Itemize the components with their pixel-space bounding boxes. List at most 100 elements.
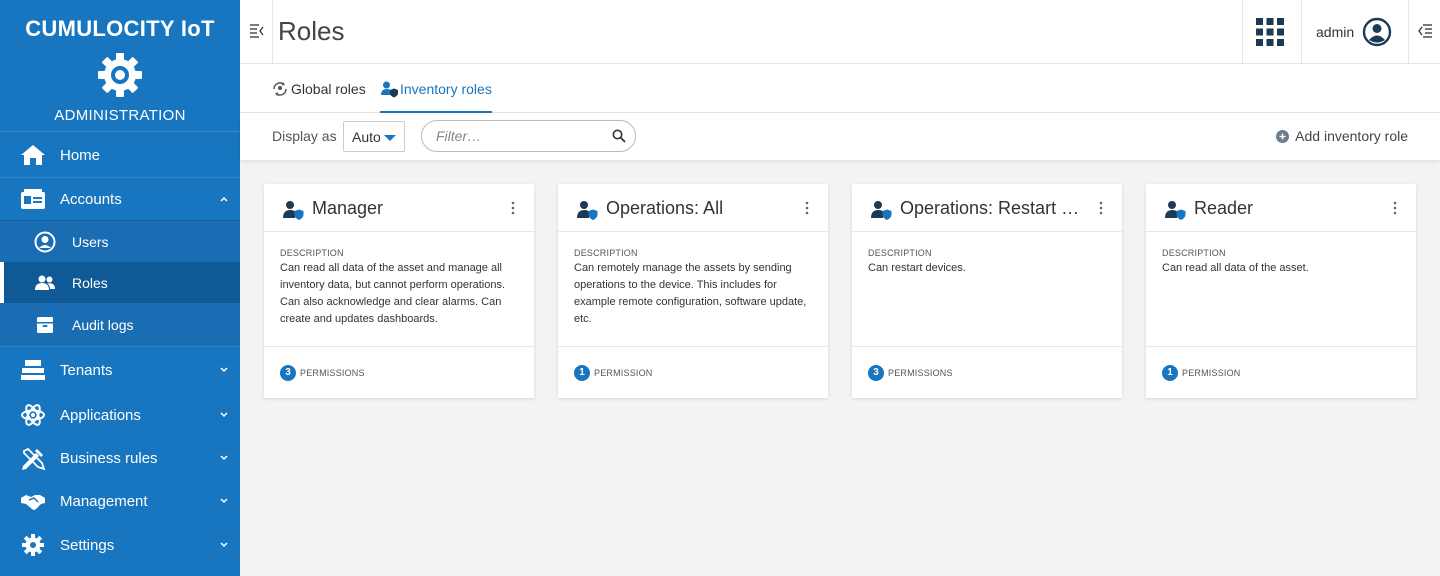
- card-body: DESCRIPTION Can read all data of the ass…: [1162, 248, 1402, 277]
- sidebar-item-tenants[interactable]: Tenants: [0, 348, 240, 392]
- sidebar-item-management[interactable]: Management: [0, 480, 240, 523]
- global-roles-icon: [273, 81, 287, 96]
- sidebar-item-label: Management: [60, 493, 148, 510]
- card-header: Manager: [264, 184, 534, 232]
- card-title: Reader: [1194, 198, 1254, 218]
- sidebar-item-label: Business rules: [60, 450, 158, 467]
- more-vertical-icon[interactable]: [798, 199, 816, 217]
- card-title: Operations: All: [606, 198, 724, 218]
- home-icon: [20, 142, 46, 168]
- description-text: Can restart devices.: [868, 262, 966, 274]
- page-title: Roles: [278, 16, 345, 46]
- sidebar-item-label: Applications: [60, 406, 141, 424]
- atom-icon: [20, 402, 46, 428]
- sidebar-item-applications[interactable]: Applications: [0, 393, 240, 437]
- card-footer: 3 PERMISSIONS: [264, 346, 534, 398]
- permission-label: PERMISSIONS: [300, 367, 365, 378]
- collapse-sidebar-icon[interactable]: [250, 22, 264, 40]
- toolbar: Display as Auto Add inventory role: [240, 113, 1440, 160]
- card-header: Operations: All: [558, 184, 828, 232]
- sidebar-item-settings[interactable]: Settings: [0, 523, 240, 567]
- chevron-down-icon: [220, 540, 228, 551]
- sidebar-item-label: Roles: [72, 274, 108, 291]
- sidebar-item-home[interactable]: Home: [0, 133, 240, 177]
- right-drawer-toggle-icon[interactable]: [1418, 22, 1432, 40]
- description-label: DESCRIPTION: [868, 248, 932, 258]
- tabs-bar: Global roles Inventory roles: [240, 64, 1440, 113]
- more-vertical-icon[interactable]: [1386, 199, 1404, 217]
- card-footer: 3 PERMISSIONS: [852, 346, 1122, 398]
- gear-logo-icon: [98, 53, 142, 97]
- user-name: admin: [1316, 24, 1355, 40]
- permission-label: PERMISSION: [594, 367, 653, 378]
- brand-title: CUMULOCITY IoT: [25, 16, 215, 41]
- sidebar-item-label: Home: [60, 146, 101, 164]
- user-menu-button[interactable]: admin: [1316, 16, 1392, 48]
- inventory-role-icon: [871, 201, 892, 220]
- permission-count-badge: 3: [868, 364, 884, 381]
- tab-global-roles[interactable]: Global roles: [271, 64, 366, 113]
- more-vertical-icon[interactable]: [504, 199, 522, 217]
- tab-label: Global roles: [291, 80, 366, 97]
- card-body: DESCRIPTION Can restart devices.: [868, 248, 1108, 277]
- sidebar-item-audit-logs[interactable]: Audit logs: [0, 304, 240, 346]
- sidebar-item-label: Settings: [60, 536, 115, 554]
- search-icon[interactable]: [612, 129, 626, 143]
- permission-count-badge: 3: [280, 364, 296, 381]
- display-as-select[interactable]: Auto: [343, 121, 405, 152]
- add-inventory-role-button[interactable]: Add inventory role: [1276, 128, 1408, 144]
- header: Roles admin: [240, 0, 1440, 64]
- card-title: Manager: [312, 198, 384, 218]
- sidebar-item-label: Users: [72, 233, 109, 250]
- sidebar-item-users[interactable]: Users: [0, 221, 240, 262]
- description-text: Can remotely manage the assets by sendin…: [574, 262, 807, 325]
- gear-icon: [20, 532, 46, 558]
- card-body: DESCRIPTION Can read all data of the ass…: [280, 248, 520, 328]
- role-card-reader[interactable]: Reader DESCRIPTION Can read all data of …: [1146, 184, 1416, 398]
- tab-inventory-roles[interactable]: Inventory roles: [380, 64, 492, 113]
- brand: CUMULOCITY IoT ADMINISTRATION: [0, 0, 240, 132]
- display-as-value: Auto: [352, 129, 381, 145]
- card-header: Reader: [1146, 184, 1416, 232]
- permission-label: PERMISSIONS: [888, 367, 953, 378]
- sidebar-item-label: Tenants: [60, 361, 113, 379]
- inventory-role-icon: [1165, 201, 1186, 220]
- filter-input[interactable]: [436, 127, 596, 145]
- more-vertical-icon[interactable]: [1092, 199, 1110, 217]
- description-text: Can read all data of the asset.: [1162, 262, 1309, 274]
- handshake-icon: [20, 489, 46, 515]
- inventory-role-icon: [283, 201, 304, 220]
- card-footer: 1 PERMISSION: [1146, 346, 1416, 398]
- filter-field: [421, 120, 636, 152]
- sidebar-item-business-rules[interactable]: Business rules: [0, 437, 240, 480]
- tab-label: Inventory roles: [400, 80, 492, 97]
- inventory-role-icon: [577, 201, 598, 220]
- sidebar-item-roles[interactable]: Roles: [0, 262, 240, 303]
- brand-subtitle: ADMINISTRATION: [54, 107, 186, 124]
- role-card-operations-restart[interactable]: Operations: Restart Device DESCRIPTION C…: [852, 184, 1122, 398]
- description-label: DESCRIPTION: [574, 248, 638, 258]
- role-card-operations-all[interactable]: Operations: All DESCRIPTION Can remotely…: [558, 184, 828, 398]
- archive-icon: [34, 314, 56, 336]
- user-circle-icon: [34, 231, 56, 253]
- card-title: Operations: Restart Device: [900, 198, 1090, 218]
- chevron-down-icon: [220, 496, 228, 507]
- sidebar: CUMULOCITY IoT ADMINISTRATION Home Accou…: [0, 0, 240, 576]
- card-body: DESCRIPTION Can remotely manage the asse…: [574, 248, 814, 328]
- plus-circle-icon: [1276, 129, 1290, 143]
- inventory-roles-icon: [381, 81, 398, 97]
- tenants-icon: [20, 357, 46, 383]
- sidebar-item-accounts[interactable]: Accounts: [0, 178, 240, 220]
- role-card-manager[interactable]: Manager DESCRIPTION Can read all data of…: [264, 184, 534, 398]
- description-label: DESCRIPTION: [280, 248, 344, 258]
- accounts-icon: [20, 186, 46, 212]
- chevron-down-icon: [220, 410, 228, 421]
- permission-label: PERMISSION: [1182, 367, 1241, 378]
- users-icon: [34, 272, 56, 294]
- add-inventory-role-label: Add inventory role: [1295, 128, 1408, 144]
- tools-icon: [20, 446, 46, 472]
- chevron-down-icon: [220, 453, 228, 464]
- card-header: Operations: Restart Device: [852, 184, 1122, 232]
- user-avatar-icon: [1362, 17, 1392, 47]
- app-switcher-icon[interactable]: [1256, 18, 1284, 46]
